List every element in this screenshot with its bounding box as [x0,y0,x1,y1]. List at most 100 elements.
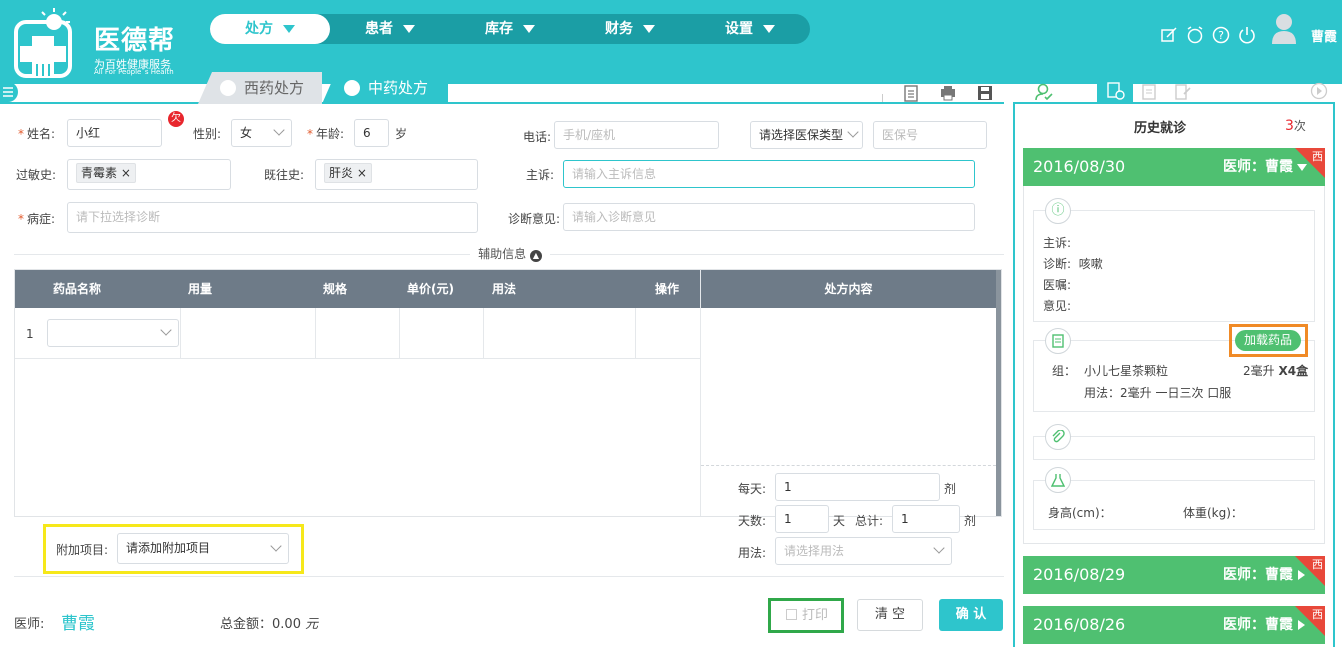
total-input[interactable]: 1 [892,505,960,533]
clear-button[interactable]: 清 空 [857,599,923,631]
chevron-down-icon [933,542,945,554]
chevron-down-icon [847,126,859,138]
visit-doctor: 医师：曹霞 [1223,159,1293,175]
patient-icon[interactable] [1034,82,1054,102]
insurance-no-input[interactable]: 医保号 [873,121,987,149]
phone-input[interactable]: 手机/座机 [554,121,719,149]
rx-content-header: 处方内容 [701,270,996,308]
divider [635,308,636,358]
chevron-down-icon [273,124,285,136]
disease-select[interactable]: 请下拉选择诊断 [67,202,478,233]
brand-english: All For People`s Health [94,68,174,76]
tab-chinese-rx[interactable]: 中药处方 [322,72,448,104]
diagnosis-line: 诊断: 咳嗽 [1043,257,1103,271]
owe-badge: 欠 [168,111,184,127]
divider [483,308,484,358]
scrollbar[interactable] [996,270,1001,516]
chevron-down-icon [270,540,282,552]
save-icon[interactable] [976,84,994,102]
logo-icon [14,8,76,78]
nav-label: 财务 [605,21,633,37]
nav-finance[interactable]: 财务 [570,14,690,44]
nav-label: 设置 [725,21,753,37]
age-input[interactable]: 6 [354,119,389,147]
per-day-input[interactable]: 1 [775,473,940,501]
age-label: * 年龄: [307,127,345,141]
checkbox-icon [785,609,797,620]
group-label: 组： [1052,364,1077,378]
drug-name: 小儿七星茶颗粒 [1084,364,1169,378]
play-icon[interactable] [1310,82,1328,100]
tab-label: 西药处方 [244,79,305,97]
visit-header[interactable]: 2016/08/29 医师：曹霞 西 [1023,556,1325,594]
col-dosage: 用量 [188,282,213,296]
user-name[interactable]: 曹霞 [1311,26,1337,45]
history-label: 既往史: [264,168,305,182]
gender-label: 性别: [193,127,222,141]
visit-badge: 西 [1312,150,1323,163]
disease-label: * 病症: [18,212,56,226]
print-checkbox[interactable]: 打印 [775,603,839,628]
chevron-down-icon [763,25,775,33]
power-icon[interactable] [1238,26,1256,44]
visit-date: 2016/08/30 [1033,157,1126,176]
complaint-input[interactable]: 请输入主诉信息 [563,160,975,188]
nav-label: 库存 [485,21,513,37]
chevron-down-icon [403,25,415,33]
chevron-down-icon [523,25,535,33]
aux-info-toggle[interactable]: 辅助信息 ▲ [470,245,550,263]
table-header: 药品名称 用量 规格 单价(元) 用法 操作 [15,270,701,308]
drug-name-select[interactable] [47,319,179,347]
print-icon[interactable] [939,84,957,102]
visit-date: 2016/08/26 [1033,615,1126,634]
tab-western-rx[interactable]: 西药处方 [198,72,322,104]
divider [315,308,316,358]
nav-settings[interactable]: 设置 [690,14,810,44]
insurance-type-value: 请选择医保类型 [759,128,844,142]
doctor-name: 曹霞 [61,614,95,634]
confirm-button[interactable]: 确 认 [939,599,1003,631]
allergy-label: 过敏史: [16,168,57,182]
chevron-down-icon [160,324,172,336]
history-title: 历史就诊 [1134,121,1187,136]
avatar[interactable] [1270,12,1298,44]
alarm-icon[interactable] [1186,26,1204,44]
template-icon[interactable] [902,84,920,102]
drug-usage: 用法：2毫升 一日三次 口服 [1084,386,1232,400]
brand-name: 医德帮 [94,26,176,56]
insurance-type-select[interactable]: 请选择医保类型 [750,121,863,149]
usage-select[interactable]: 请选择用法 [775,537,952,565]
main-nav: 处方 患者 库存 财务 设置 [210,14,810,44]
name-input[interactable]: 小红 [67,119,162,147]
history-tab-icon[interactable] [1097,78,1133,103]
divider [882,94,883,102]
history-input[interactable]: 肝炎 × [315,159,478,190]
divider [180,308,181,358]
visit-header[interactable]: 2016/08/30 医师：曹霞 西 [1023,148,1325,186]
visit-header[interactable]: 2016/08/26 医师：曹霞 西 [1023,606,1325,644]
allergy-input[interactable]: 青霉素 × [67,159,231,190]
total-label: 总计: [855,514,884,528]
height-label: 身高(cm)： [1048,506,1112,520]
doctor-label: 医师: [14,617,45,632]
usage-label: 用法: [738,546,767,560]
edit-icon[interactable] [1160,26,1178,44]
nav-prescription[interactable]: 处方 [210,14,330,44]
divider [399,308,400,358]
visit-doctor: 医师：曹霞 [1223,567,1293,583]
opinion-input[interactable]: 请输入诊断意见 [563,203,975,231]
allergy-tag: 青霉素 × [76,163,136,183]
record-icon[interactable] [1140,83,1158,101]
edit-record-icon[interactable] [1174,83,1192,101]
nav-patients[interactable]: 患者 [330,14,450,44]
nav-inventory[interactable]: 库存 [450,14,570,44]
visit-badge: 西 [1312,608,1323,621]
days-input[interactable]: 1 [775,505,829,533]
history-count: 3次 [1285,118,1306,134]
extra-select[interactable]: 请添加附加项目 [117,533,289,564]
history-tag: 肝炎 × [324,163,372,183]
gender-select[interactable]: 女 [231,119,292,147]
paperclip-icon [1045,424,1071,450]
load-drugs-button[interactable]: 加载药品 [1235,330,1301,351]
help-icon[interactable]: ? [1212,26,1230,44]
